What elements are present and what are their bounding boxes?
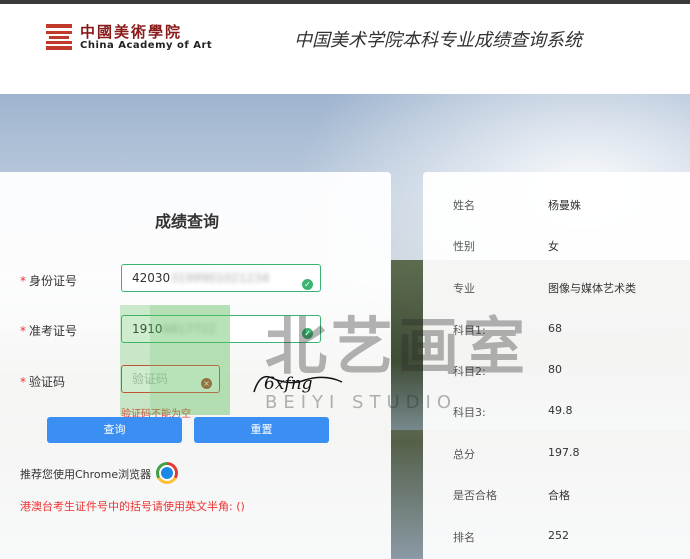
result-label: 性别 bbox=[453, 240, 475, 253]
form-title: 成绩查询 bbox=[155, 212, 220, 231]
required-mark: * bbox=[20, 375, 26, 389]
chrome-icon bbox=[156, 462, 178, 484]
result-label: 姓名 bbox=[453, 199, 475, 212]
result-label: 科目2: bbox=[453, 365, 486, 378]
result-value: 49.8 bbox=[548, 404, 573, 417]
id-number-input[interactable]: 420303199901021234 bbox=[121, 264, 321, 292]
check-valid-icon: ✓ bbox=[302, 328, 313, 339]
captcha-label: * 验证码 bbox=[20, 375, 66, 389]
result-value: 合格 bbox=[548, 489, 570, 502]
exam-number-hidden: 6817722 bbox=[162, 322, 216, 336]
required-mark: * bbox=[20, 324, 26, 338]
result-label: 排名 bbox=[453, 531, 475, 544]
result-label: 是否合格 bbox=[453, 489, 497, 502]
header: 中國美術學院 China Academy of Art 中国美术学院本科专业成绩… bbox=[0, 0, 690, 94]
result-value: 68 bbox=[548, 322, 562, 335]
id-number-hidden: 3199901021234 bbox=[170, 271, 270, 285]
result-value: 252 bbox=[548, 529, 569, 542]
system-title: 中国美术学院本科专业成绩查询系统 bbox=[294, 30, 582, 51]
id-number-label: * 身份证号 bbox=[20, 274, 78, 288]
captcha-placeholder: 验证码 bbox=[132, 372, 169, 386]
result-label: 科目3: bbox=[453, 406, 486, 419]
hk-macau-tw-notice: 港澳台考生证件号中的括号请使用英文半角: () bbox=[20, 500, 245, 513]
result-value: 女 bbox=[548, 240, 559, 253]
captcha-text: 6xfng bbox=[264, 374, 313, 394]
browser-recommendation: 推荐您使用Chrome浏览器 bbox=[20, 468, 152, 481]
query-button[interactable]: 查询 bbox=[47, 417, 182, 443]
logo-english-name: China Academy of Art bbox=[80, 40, 213, 51]
error-icon: × bbox=[201, 378, 212, 389]
captcha-image[interactable]: 6xfng bbox=[250, 368, 345, 396]
exam-number-label: * 准考证号 bbox=[20, 324, 78, 338]
result-value: 197.8 bbox=[548, 446, 580, 459]
check-valid-icon: ✓ bbox=[302, 279, 313, 290]
academy-logo-icon bbox=[46, 24, 72, 50]
result-value: 80 bbox=[548, 363, 562, 376]
result-label: 科目1: bbox=[453, 324, 486, 337]
result-label: 总分 bbox=[453, 448, 475, 461]
reset-button[interactable]: 重置 bbox=[194, 417, 329, 443]
exam-number-input[interactable]: 19106817722 bbox=[121, 315, 321, 343]
result-value: 图像与媒体艺术类 bbox=[548, 282, 636, 295]
result-label: 专业 bbox=[453, 282, 475, 295]
logo-chinese-name: 中國美術學院 bbox=[80, 23, 183, 41]
required-mark: * bbox=[20, 274, 26, 288]
result-value: 杨曼姝 bbox=[548, 199, 581, 212]
